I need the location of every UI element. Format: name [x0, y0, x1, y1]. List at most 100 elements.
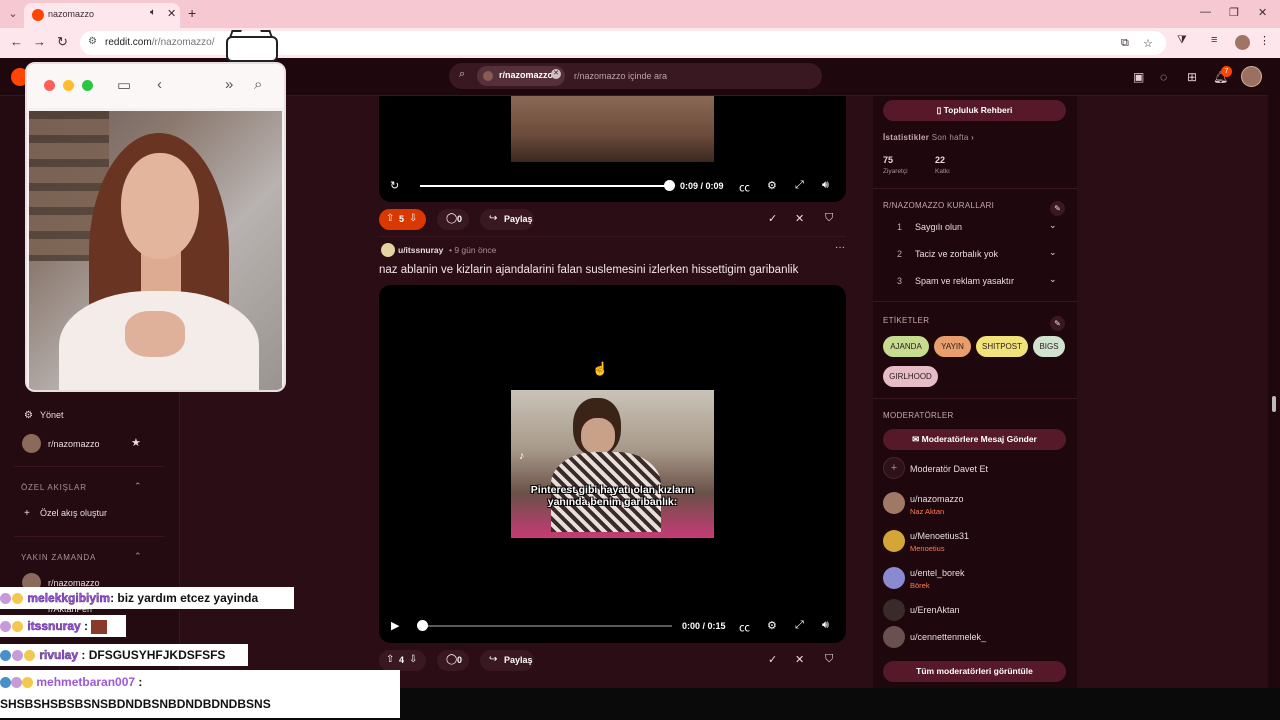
chevron-down-icon[interactable]: ⌄: [1049, 247, 1057, 258]
create-feed-button[interactable]: + Özel akış oluştur: [24, 508, 107, 519]
mod-username[interactable]: u/Menoetius31: [910, 531, 969, 541]
speaker-icon[interactable]: 🔈︎: [150, 7, 156, 18]
vote-control[interactable]: ⇧ 4 ⇩: [379, 650, 426, 671]
approve-check-icon[interactable]: ✓: [768, 653, 777, 666]
tag-pill[interactable]: SHITPOST: [976, 336, 1028, 357]
remove-x-icon[interactable]: ✕: [795, 653, 804, 666]
video-player[interactable]: ♪ Pinterest gibi hayatı olan kızların ya…: [379, 285, 846, 643]
invite-moderator-button[interactable]: Moderatör Davet Et: [910, 464, 988, 474]
upvote-icon[interactable]: ⇧: [386, 654, 394, 665]
rule-3[interactable]: Spam ve reklam yasaktır: [915, 276, 1014, 286]
favorite-star-icon[interactable]: ★: [131, 436, 141, 449]
edit-pencil-icon[interactable]: ✎: [1050, 316, 1065, 331]
media-controls-icon[interactable]: ≡: [1211, 34, 1217, 46]
share-button[interactable]: ↪ Paylaş: [480, 209, 534, 230]
tag-pill[interactable]: AJANDA: [883, 336, 929, 357]
post-title[interactable]: naz ablanin ve kizlarin ajandalarini fal…: [379, 264, 849, 276]
pixel-cat-icon: [222, 30, 282, 64]
browser-tab[interactable]: nazomazzo 🔈︎ ✕: [24, 3, 180, 28]
comments-button[interactable]: ◯ 0: [437, 209, 469, 230]
downvote-icon[interactable]: ⇩: [409, 654, 417, 665]
sidebar-item-manage[interactable]: ⚙ Yönet: [24, 410, 64, 421]
tab-search-chevron-icon[interactable]: ⌄: [4, 5, 22, 23]
rule-1[interactable]: Saygılı olun: [915, 222, 962, 232]
mod-avatar[interactable]: [883, 567, 905, 589]
play-icon[interactable]: ▶: [391, 619, 399, 632]
mod-username[interactable]: u/cennettenmelek_: [910, 632, 986, 642]
chat-icon[interactable]: ◌: [1160, 70, 1167, 84]
close-tab-icon[interactable]: ✕: [167, 7, 176, 20]
custom-feeds-heading[interactable]: ÖZEL AKIŞLAR: [21, 483, 87, 492]
fullscreen-icon[interactable]: ⤢: [795, 179, 804, 192]
mod-avatar[interactable]: [883, 492, 905, 514]
forward-icon[interactable]: →: [33, 34, 46, 49]
share-button[interactable]: ↪ Paylaş: [480, 650, 534, 671]
create-post-icon[interactable]: ⊞: [1187, 70, 1197, 84]
new-tab-button[interactable]: +: [188, 5, 196, 21]
captions-icon[interactable]: ㏄: [739, 619, 750, 635]
sidebar-item-community[interactable]: r/nazomazzo: [48, 439, 100, 449]
minimize-icon[interactable]: —: [1200, 6, 1211, 18]
chevron-up-icon[interactable]: ⌃: [134, 481, 142, 492]
close-window-icon[interactable]: ✕: [1258, 6, 1267, 19]
mod-shield-icon[interactable]: ⛉: [825, 653, 833, 666]
restore-icon[interactable]: ❐: [1229, 6, 1239, 19]
chevron-down-icon[interactable]: ⌄: [1049, 220, 1057, 231]
page-scrollbar[interactable]: [1268, 58, 1280, 688]
search-placeholder[interactable]: r/nazomazzo içinde ara: [574, 71, 667, 81]
volume-icon[interactable]: 🔊︎: [822, 619, 829, 632]
search-community-chip[interactable]: r/nazomazzo ✕: [477, 66, 565, 86]
scrollbar-thumb[interactable]: [1272, 396, 1276, 412]
author-avatar[interactable]: [381, 243, 395, 257]
downvote-icon[interactable]: ⇩: [409, 213, 417, 224]
progress-handle[interactable]: [664, 180, 675, 191]
mod-shield-icon[interactable]: ⛉: [825, 212, 833, 225]
comments-button[interactable]: ◯ 0: [437, 650, 469, 671]
video-player[interactable]: ↻ 0:09 / 0:09 ㏄ ⚙ ⤢ 🔊︎: [379, 96, 846, 202]
progress-track[interactable]: [422, 625, 672, 627]
chevron-down-icon[interactable]: ⌄: [1049, 274, 1057, 285]
settings-gear-icon[interactable]: ⚙: [767, 179, 777, 192]
browser-profile-avatar[interactable]: [1235, 35, 1250, 50]
approve-check-icon[interactable]: ✓: [768, 212, 777, 225]
mod-username[interactable]: u/ErenAktan: [910, 605, 960, 615]
view-all-mods-button[interactable]: Tüm moderatörleri görüntüle: [883, 661, 1066, 682]
tag-pill[interactable]: YAYIN: [934, 336, 971, 357]
captions-icon[interactable]: ㏄: [739, 179, 750, 195]
volume-icon[interactable]: 🔊︎: [822, 179, 829, 192]
site-info-icon[interactable]: ⚙: [88, 36, 97, 47]
tag-pill[interactable]: BIGS: [1033, 336, 1065, 357]
bookmark-star-icon[interactable]: ☆: [1143, 37, 1153, 50]
progress-handle[interactable]: [417, 620, 428, 631]
mod-username[interactable]: u/nazomazzo: [910, 494, 964, 504]
edit-pencil-icon[interactable]: ✎: [1050, 201, 1065, 216]
install-app-icon[interactable]: ⧉: [1121, 37, 1129, 50]
mod-avatar[interactable]: [883, 599, 905, 621]
mod-avatar[interactable]: [883, 626, 905, 648]
mod-username[interactable]: u/entel_borek: [910, 568, 965, 578]
rule-2[interactable]: Taciz ve zorbalık yok: [915, 249, 998, 259]
search-bar[interactable]: ⌕ r/nazomazzo ✕ r/nazomazzo içinde ara: [449, 63, 822, 89]
upvote-icon[interactable]: ⇧: [386, 213, 394, 224]
recent-heading[interactable]: YAKIN ZAMANDA: [21, 553, 96, 562]
mod-avatar[interactable]: [883, 530, 905, 552]
back-icon[interactable]: ←: [10, 34, 23, 49]
chrome-menu-icon[interactable]: ⋮: [1259, 34, 1270, 47]
reload-icon[interactable]: ↻: [57, 34, 68, 50]
settings-gear-icon[interactable]: ⚙: [767, 619, 777, 632]
stats-period[interactable]: Son hafta: [932, 133, 969, 142]
remove-x-icon[interactable]: ✕: [795, 212, 804, 225]
user-avatar[interactable]: [1241, 66, 1262, 87]
tag-pill[interactable]: GIRLHOOD: [883, 366, 938, 387]
advertise-icon[interactable]: ▣: [1133, 70, 1144, 84]
vote-control[interactable]: ⇧ 5 ⇩: [379, 209, 426, 230]
replay-icon[interactable]: ↻: [390, 179, 399, 192]
message-mods-button[interactable]: ✉ Moderatörlere Mesaj Gönder: [883, 429, 1066, 450]
fullscreen-icon[interactable]: ⤢: [795, 619, 804, 632]
clear-chip-icon[interactable]: ✕: [551, 69, 561, 79]
community-guide-button[interactable]: ▯ Topluluk Rehberi: [883, 100, 1066, 121]
post-author[interactable]: u/itssnuray: [398, 245, 443, 255]
chevron-up-icon[interactable]: ⌃: [134, 551, 142, 562]
more-options-icon[interactable]: ···: [835, 242, 845, 253]
extensions-icon[interactable]: ⧩: [1177, 34, 1187, 47]
